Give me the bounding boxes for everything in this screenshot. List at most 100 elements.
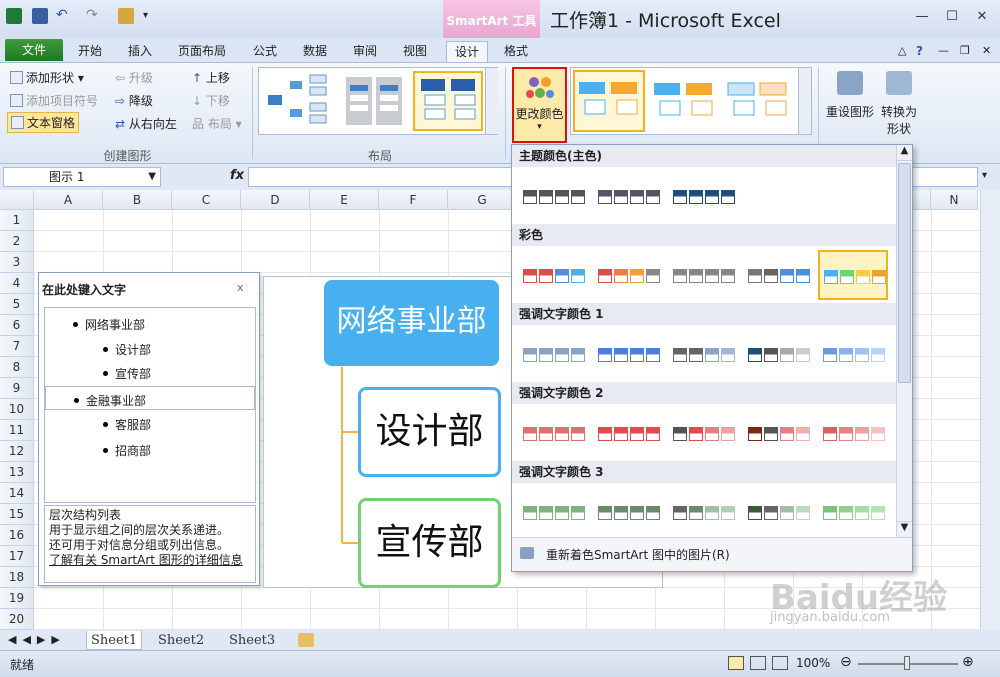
row-header[interactable]: 19 bbox=[0, 588, 34, 609]
row-header[interactable]: 7 bbox=[0, 336, 34, 357]
reset-graphic-button[interactable]: 重设图形 bbox=[824, 71, 876, 120]
expand-formula-icon[interactable]: ▾ bbox=[982, 170, 987, 181]
column-header[interactable]: A bbox=[34, 190, 103, 210]
zoom-out-icon[interactable]: ⊖ bbox=[840, 654, 852, 670]
promote-button[interactable]: ⇦ 升级 bbox=[115, 69, 153, 86]
style-thumb-2[interactable] bbox=[649, 72, 719, 130]
row-header[interactable]: 17 bbox=[0, 546, 34, 567]
row-header[interactable]: 15 bbox=[0, 504, 34, 525]
style-thumb-selected[interactable] bbox=[573, 70, 645, 132]
sheet-nav-icons[interactable]: ◀◀▶▶ bbox=[8, 633, 66, 646]
close-icon[interactable]: ✕ bbox=[972, 9, 992, 27]
text-pane-button[interactable]: 文本窗格 bbox=[7, 112, 80, 133]
list-item[interactable]: 客服部 bbox=[103, 416, 151, 433]
list-item[interactable]: 招商部 bbox=[103, 442, 151, 459]
color-swatch[interactable] bbox=[518, 329, 588, 379]
text-pane-list[interactable]: 网络事业部 设计部 宣传部 金融事业部 客服部 招商部 bbox=[44, 307, 256, 503]
color-swatch[interactable] bbox=[668, 171, 738, 221]
color-swatch[interactable] bbox=[743, 487, 813, 537]
add-bullet-button[interactable]: 添加项目符号 bbox=[10, 92, 98, 109]
change-colors-button[interactable]: 更改颜色 ▾ bbox=[512, 67, 567, 143]
layout-button[interactable]: 品 布局 ▾ bbox=[192, 115, 242, 132]
tab-view[interactable]: 视图 bbox=[395, 41, 435, 62]
color-swatch[interactable] bbox=[743, 408, 813, 458]
scroll-up-icon[interactable]: ▲ bbox=[897, 145, 912, 161]
row-header[interactable]: 1 bbox=[0, 210, 34, 231]
recolor-pictures-item[interactable]: 重新着色SmartArt 图中的图片(R) bbox=[512, 537, 912, 571]
vertical-scrollbar[interactable] bbox=[980, 190, 1000, 630]
row-header[interactable]: 8 bbox=[0, 357, 34, 378]
row-header[interactable]: 20 bbox=[0, 609, 34, 630]
doc-close-icon[interactable]: ✕ bbox=[974, 41, 999, 62]
row-header[interactable]: 12 bbox=[0, 441, 34, 462]
page-layout-view-icon[interactable] bbox=[750, 656, 766, 670]
color-swatch[interactable] bbox=[743, 250, 813, 300]
column-header[interactable]: E bbox=[310, 190, 379, 210]
add-shape-button[interactable]: 添加形状 ▾ bbox=[10, 69, 84, 86]
scroll-thumb[interactable] bbox=[898, 163, 911, 383]
layout-thumb-hierarchy[interactable] bbox=[263, 72, 335, 130]
folder-icon[interactable] bbox=[118, 8, 134, 24]
select-all-corner[interactable] bbox=[0, 190, 34, 210]
row-header[interactable]: 10 bbox=[0, 399, 34, 420]
list-item[interactable]: 宣传部 bbox=[103, 365, 151, 382]
move-up-button[interactable]: ↑ 上移 bbox=[192, 69, 230, 86]
help-icon[interactable]: ? bbox=[908, 41, 931, 62]
color-swatch[interactable] bbox=[668, 250, 738, 300]
layout-thumb-stacked[interactable] bbox=[341, 72, 409, 130]
color-swatch[interactable] bbox=[518, 171, 588, 221]
function-icon[interactable]: fx bbox=[230, 168, 244, 183]
row-header[interactable]: 11 bbox=[0, 420, 34, 441]
zoom-slider-thumb[interactable] bbox=[904, 656, 910, 670]
style-thumb-3[interactable] bbox=[723, 72, 795, 130]
qat-customize-icon[interactable]: ▾ bbox=[143, 8, 159, 24]
color-swatch[interactable] bbox=[818, 329, 888, 379]
normal-view-icon[interactable] bbox=[728, 656, 744, 670]
dropdown-scrollbar[interactable]: ▲ ▼ bbox=[896, 145, 912, 537]
color-swatch[interactable] bbox=[518, 408, 588, 458]
close-icon[interactable]: x bbox=[237, 281, 244, 294]
tab-format[interactable]: 格式 bbox=[496, 41, 536, 62]
color-swatch[interactable] bbox=[743, 329, 813, 379]
tab-insert[interactable]: 插入 bbox=[120, 41, 160, 62]
row-header[interactable]: 3 bbox=[0, 252, 34, 273]
color-swatch[interactable] bbox=[593, 408, 663, 458]
color-swatch[interactable] bbox=[818, 408, 888, 458]
row-header[interactable]: 18 bbox=[0, 567, 34, 588]
node-design-dept[interactable]: 设计部 bbox=[358, 387, 501, 477]
sheet-tab-1[interactable]: Sheet1 bbox=[86, 631, 143, 650]
color-swatch[interactable] bbox=[668, 487, 738, 537]
insert-sheet-icon[interactable] bbox=[298, 633, 314, 647]
list-item[interactable]: 设计部 bbox=[103, 341, 151, 358]
tab-formulas[interactable]: 公式 bbox=[245, 41, 285, 62]
color-swatch-selected[interactable] bbox=[818, 250, 888, 300]
minimize-icon[interactable]: — bbox=[912, 9, 932, 27]
color-swatch[interactable] bbox=[593, 171, 663, 221]
color-swatch[interactable] bbox=[593, 487, 663, 537]
color-swatch[interactable] bbox=[818, 487, 888, 537]
zoom-in-icon[interactable]: ⊕ bbox=[962, 654, 974, 670]
column-header[interactable]: D bbox=[241, 190, 310, 210]
maximize-icon[interactable]: ☐ bbox=[942, 9, 962, 27]
list-item[interactable]: 网络事业部 bbox=[73, 316, 145, 333]
redo-icon[interactable]: ↷ bbox=[86, 8, 102, 24]
sheet-tab-3[interactable]: Sheet3 bbox=[229, 631, 275, 650]
row-header[interactable]: 2 bbox=[0, 231, 34, 252]
name-box[interactable]: 图示 1 ▼ bbox=[3, 167, 161, 187]
tab-design[interactable]: 设计 bbox=[446, 41, 489, 62]
move-down-button[interactable]: ↓ 下移 bbox=[192, 92, 230, 109]
style-gallery-scroll[interactable] bbox=[798, 68, 811, 134]
node-publicity-dept[interactable]: 宣传部 bbox=[358, 498, 501, 588]
tab-page-layout[interactable]: 页面布局 bbox=[170, 41, 234, 62]
color-swatch[interactable] bbox=[593, 250, 663, 300]
page-break-view-icon[interactable] bbox=[772, 656, 788, 670]
save-icon[interactable] bbox=[32, 8, 48, 24]
undo-icon[interactable]: ↶ bbox=[56, 8, 72, 24]
column-header[interactable]: C bbox=[172, 190, 241, 210]
column-header[interactable]: B bbox=[103, 190, 172, 210]
convert-to-shapes-button[interactable]: 转换为 形状 bbox=[878, 71, 920, 137]
color-swatch[interactable] bbox=[518, 487, 588, 537]
learn-more-link[interactable]: 了解有关 SmartArt 图形的详细信息 bbox=[49, 553, 251, 568]
color-swatch[interactable] bbox=[593, 329, 663, 379]
row-header[interactable]: 9 bbox=[0, 378, 34, 399]
